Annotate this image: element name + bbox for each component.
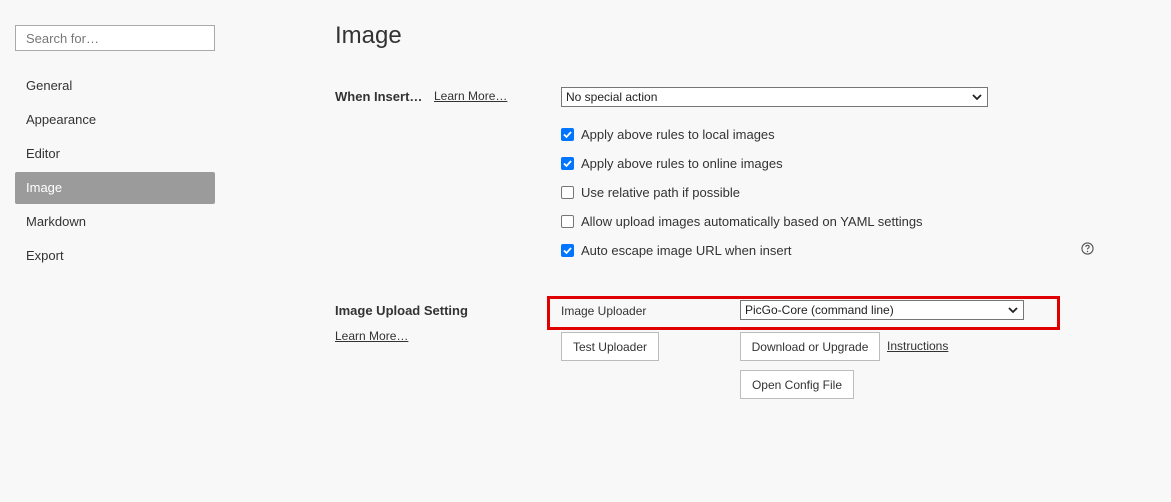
checkmark-icon — [563, 159, 572, 167]
upload-learn-more-link[interactable]: Learn More… — [335, 329, 408, 343]
open-config-button[interactable]: Open Config File — [740, 370, 854, 399]
sidebar-item-markdown[interactable]: Markdown — [15, 206, 215, 238]
preferences-window: General Appearance Editor Image Markdown… — [0, 0, 1171, 502]
image-uploader-label: Image Uploader — [561, 304, 647, 318]
checkmark-icon — [563, 246, 572, 254]
search-input[interactable] — [15, 25, 215, 51]
checkbox-online-images[interactable] — [561, 156, 574, 170]
sidebar-nav: General Appearance Editor Image Markdown… — [15, 70, 215, 274]
chevron-down-icon — [1008, 307, 1018, 314]
when-insert-select-value: No special action — [566, 90, 658, 104]
option-yaml-upload[interactable]: Allow upload images automatically based … — [561, 213, 923, 229]
instructions-link[interactable]: Instructions — [887, 339, 948, 353]
when-insert-learn-more-link[interactable]: Learn More… — [434, 89, 507, 103]
image-uploader-value: PicGo-Core (command line) — [745, 303, 894, 317]
sidebar-item-image[interactable]: Image — [15, 172, 215, 204]
sidebar-item-general[interactable]: General — [15, 70, 215, 102]
option-label: Apply above rules to local images — [581, 126, 775, 142]
chevron-down-icon — [972, 94, 982, 101]
option-label: Apply above rules to online images — [581, 155, 783, 171]
sidebar-item-appearance[interactable]: Appearance — [15, 104, 215, 136]
option-label: Auto escape image URL when insert — [581, 242, 792, 258]
option-relative-path[interactable]: Use relative path if possible — [561, 184, 740, 200]
checkbox-local-images[interactable] — [561, 127, 574, 141]
test-uploader-button[interactable]: Test Uploader — [561, 332, 659, 361]
checkmark-icon — [563, 130, 572, 138]
help-icon[interactable] — [1081, 242, 1094, 255]
option-label: Use relative path if possible — [581, 184, 740, 200]
option-label: Allow upload images automatically based … — [581, 213, 923, 229]
option-auto-escape[interactable]: Auto escape image URL when insert — [561, 242, 792, 258]
when-insert-label: When Insert… — [335, 89, 423, 104]
sidebar-item-export[interactable]: Export — [15, 240, 215, 272]
image-uploader-select[interactable]: PicGo-Core (command line) — [740, 300, 1024, 320]
page-title: Image — [335, 22, 402, 49]
option-local-images[interactable]: Apply above rules to local images — [561, 126, 775, 142]
upload-setting-label: Image Upload Setting — [335, 303, 468, 318]
checkbox-relative-path[interactable] — [561, 185, 574, 199]
download-upgrade-button[interactable]: Download or Upgrade — [740, 332, 880, 361]
checkbox-yaml-upload[interactable] — [561, 214, 574, 228]
option-online-images[interactable]: Apply above rules to online images — [561, 155, 783, 171]
sidebar-item-editor[interactable]: Editor — [15, 138, 215, 170]
checkbox-auto-escape[interactable] — [561, 243, 574, 257]
when-insert-select[interactable]: No special action — [561, 87, 988, 107]
